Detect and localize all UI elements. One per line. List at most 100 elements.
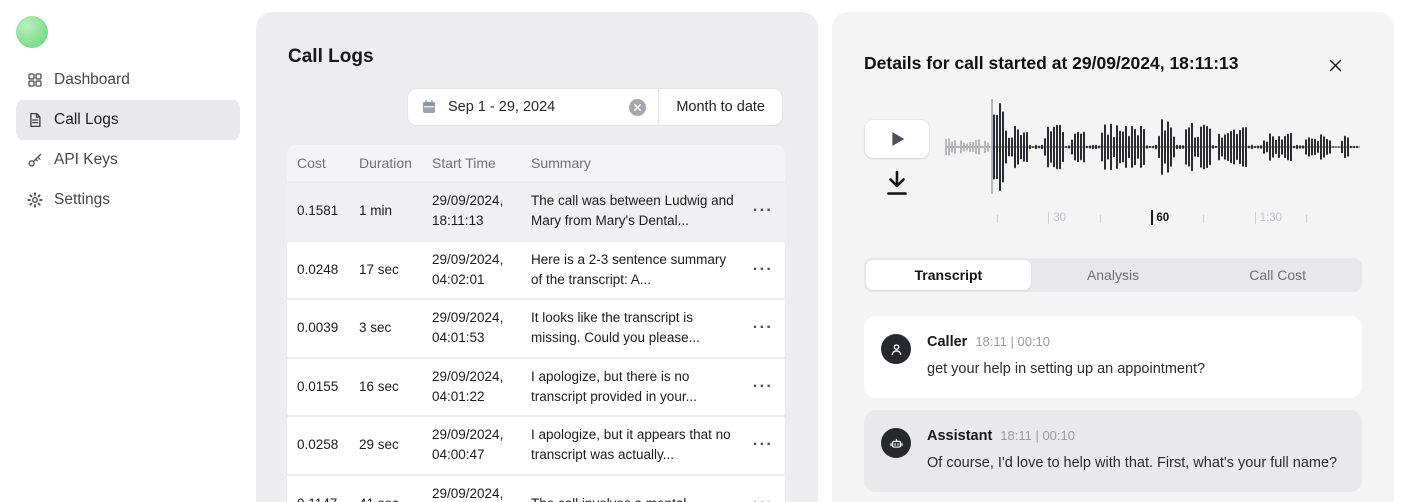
tab-analysis[interactable]: Analysis	[1031, 260, 1196, 290]
message-speaker: Assistant	[927, 428, 992, 444]
sidebar-item-label: Dashboard	[54, 71, 130, 89]
audio-waveform[interactable]	[945, 98, 1360, 208]
sidebar-item-call-logs[interactable]: Call Logs	[16, 100, 240, 140]
close-icon	[1328, 58, 1343, 73]
sidebar-item-api-keys[interactable]: API Keys	[16, 140, 240, 180]
cell-summary: The call involves a mental...	[521, 486, 741, 502]
cell-duration: 3 sec	[349, 310, 422, 346]
cell-summary: Here is a 2-3 sentence summary of the tr…	[521, 242, 741, 299]
cell-start-time: 29/09/2024, 18:11:13	[422, 183, 521, 240]
clear-circle-icon	[633, 103, 642, 112]
table-row[interactable]: 0.0258 29 sec 29/09/2024, 04:00:47 I apo…	[287, 417, 785, 474]
cell-cost: 0.0258	[287, 427, 349, 463]
cell-cost: 0.0155	[287, 369, 349, 405]
download-button[interactable]	[883, 168, 911, 198]
transcript-messages: Caller 18:11 | 00:10 get your help in se…	[864, 316, 1362, 492]
timeline-tick	[1048, 212, 1049, 224]
robot-icon	[881, 428, 911, 458]
clear-date-filter-button[interactable]	[629, 99, 646, 116]
timeline-tick	[997, 215, 998, 223]
message-text: get your help in setting up an appointme…	[927, 359, 1346, 380]
play-button[interactable]	[865, 120, 929, 158]
call-logs-panel: Call Logs Sep 1 - 29, 2024 Month to date…	[256, 12, 818, 502]
cell-start-time: 29/09/2024, 04:01:53	[422, 300, 521, 357]
waveform-timeline: 30601:30	[945, 210, 1360, 232]
row-menu-button[interactable]: ···	[741, 199, 785, 223]
table-row[interactable]: 0.0248 17 sec 29/09/2024, 04:02:01 Here …	[287, 242, 785, 299]
timeline-tick	[1203, 215, 1204, 223]
timeline-label: 30	[1053, 212, 1066, 224]
cell-start-time: 29/09/2024, 03:58:58	[422, 476, 521, 502]
cell-cost: 0.1581	[287, 193, 349, 229]
gear-icon	[26, 191, 44, 209]
date-range-button[interactable]: Sep 1 - 29, 2024	[408, 89, 658, 125]
person-icon	[881, 334, 911, 364]
cell-duration: 41 sec	[349, 486, 422, 502]
cell-summary: The call was between Ludwig and Mary fro…	[521, 183, 741, 240]
table-header-row: Cost Duration Start Time Summary	[287, 145, 785, 181]
tab-label: Analysis	[1087, 267, 1139, 283]
row-menu-button[interactable]: ···	[741, 375, 785, 399]
date-range-value: Sep 1 - 29, 2024	[448, 99, 619, 115]
header-summary: Summary	[521, 155, 741, 171]
cell-duration: 17 sec	[349, 252, 422, 288]
sidebar-item-label: Settings	[54, 191, 110, 209]
close-button[interactable]	[1326, 56, 1344, 74]
message-text: Of course, I'd love to help with that. F…	[927, 453, 1346, 474]
tab-label: Call Cost	[1249, 267, 1306, 283]
row-menu-button[interactable]: ···	[741, 316, 785, 340]
timeline-tick	[1100, 215, 1101, 223]
cell-summary: It looks like the transcript is missing.…	[521, 300, 741, 357]
table-body: 0.1581 1 min 29/09/2024, 18:11:13 The ca…	[287, 183, 785, 502]
sidebar-item-settings[interactable]: Settings	[16, 180, 240, 220]
details-title: Details for call started at 29/09/2024, …	[864, 53, 1239, 74]
timeline-label: 1:30	[1260, 212, 1282, 224]
cell-duration: 1 min	[349, 193, 422, 229]
cell-cost: 0.0248	[287, 252, 349, 288]
row-menu-button[interactable]: ···	[741, 433, 785, 457]
document-icon	[26, 111, 44, 129]
header-cost: Cost	[287, 155, 349, 171]
cell-summary: I apologize, but there is no transcript …	[521, 359, 741, 416]
sidebar-nav: Dashboard Call Logs API Keys Settings	[16, 60, 240, 220]
sidebar-item-label: API Keys	[54, 151, 118, 169]
table-row[interactable]: 0.0155 16 sec 29/09/2024, 04:01:22 I apo…	[287, 359, 785, 416]
cell-start-time: 29/09/2024, 04:01:22	[422, 359, 521, 416]
message-timestamp: 18:11 | 00:10	[1000, 428, 1075, 443]
message-speaker: Caller	[927, 334, 967, 350]
timeline-tick	[1306, 215, 1307, 223]
table-row[interactable]: 0.1581 1 min 29/09/2024, 18:11:13 The ca…	[287, 183, 785, 240]
cell-duration: 16 sec	[349, 369, 422, 405]
sidebar-item-dashboard[interactable]: Dashboard	[16, 60, 240, 100]
details-tabs: Transcript Analysis Call Cost	[864, 258, 1362, 292]
cell-cost: 0.0039	[287, 310, 349, 346]
transcript-message: Caller 18:11 | 00:10 get your help in se…	[864, 316, 1362, 398]
app-logo	[16, 16, 48, 48]
tab-transcript[interactable]: Transcript	[866, 260, 1031, 290]
page-title: Call Logs	[288, 46, 374, 68]
message-timestamp: 18:11 | 00:10	[975, 334, 1050, 349]
cell-start-time: 29/09/2024, 04:00:47	[422, 417, 521, 474]
sidebar-item-label: Call Logs	[54, 111, 119, 129]
tab-call-cost[interactable]: Call Cost	[1195, 260, 1360, 290]
table-row[interactable]: 0.1147 41 sec 29/09/2024, 03:58:58 The c…	[287, 476, 785, 502]
cell-duration: 29 sec	[349, 427, 422, 463]
key-icon	[26, 151, 44, 169]
calendar-icon	[420, 98, 438, 116]
header-start-time: Start Time	[422, 155, 521, 171]
timeline-tick	[1255, 212, 1256, 224]
transcript-message: Assistant 18:11 | 00:10 Of course, I'd l…	[864, 410, 1362, 492]
call-details-panel: Details for call started at 29/09/2024, …	[832, 12, 1394, 502]
call-logs-table: Cost Duration Start Time Summary 0.1581 …	[287, 145, 785, 502]
table-row[interactable]: 0.0039 3 sec 29/09/2024, 04:01:53 It loo…	[287, 300, 785, 357]
row-menu-button[interactable]: ···	[741, 492, 785, 502]
play-icon	[886, 128, 908, 150]
cell-start-time: 29/09/2024, 04:02:01	[422, 242, 521, 299]
date-range-filter: Sep 1 - 29, 2024 Month to date	[407, 88, 783, 126]
cell-cost: 0.1147	[287, 486, 349, 502]
row-menu-button[interactable]: ···	[741, 258, 785, 282]
dashboard-grid-icon	[26, 71, 44, 89]
month-to-date-button[interactable]: Month to date	[659, 89, 782, 125]
header-duration: Duration	[349, 155, 422, 171]
tab-label: Transcript	[914, 267, 982, 283]
